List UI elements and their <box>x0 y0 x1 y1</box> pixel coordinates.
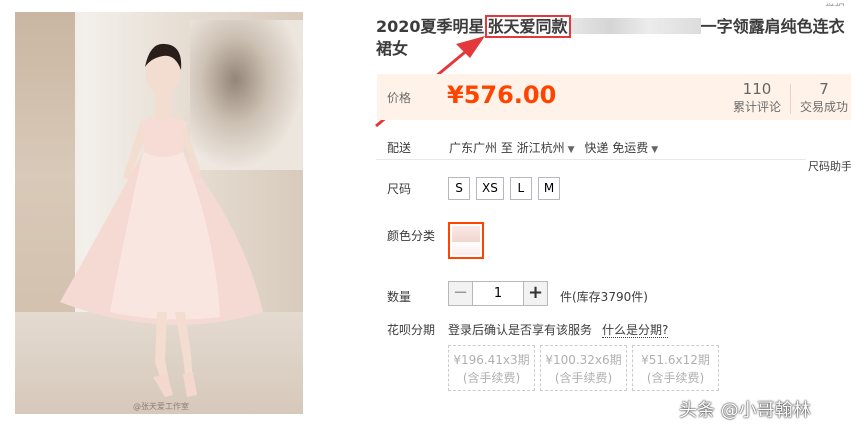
product-page: 举报 @张天爱工作室 2020夏季明星张天爱同款一字领露肩纯色 <box>0 0 851 432</box>
quantity-stepper: − 1 + <box>448 281 548 306</box>
color-swatch-selected[interactable] <box>448 222 484 259</box>
installment-plan-3[interactable]: ¥196.41x3期 (含手续费) <box>448 345 535 391</box>
size-option-xs[interactable]: XS <box>476 177 504 200</box>
size-options: S XS L M <box>448 177 561 200</box>
reviews-stat[interactable]: 110 累计评论 <box>729 80 785 116</box>
decrease-button[interactable]: − <box>448 281 473 306</box>
plan-amount: ¥100.32x6期 <box>545 353 622 367</box>
price-label: 价格 <box>387 91 412 105</box>
installment-info: 登录后确认是否享有该服务 什么是分期? <box>448 321 669 338</box>
what-is-installment-link[interactable]: 什么是分期? <box>602 323 669 338</box>
color-label: 颜色分类 <box>387 229 436 243</box>
shipping-destination[interactable]: 浙江杭州 ▼ <box>517 141 581 155</box>
report-link[interactable]: 举报 <box>825 0 845 6</box>
plan-fee: (含手续费) <box>646 371 705 385</box>
divider <box>376 159 806 160</box>
chevron-down-icon: ▼ <box>651 145 659 155</box>
blurred-text <box>570 18 701 34</box>
price-value: ¥576.00 <box>447 81 557 109</box>
chevron-down-icon: ▼ <box>567 145 575 155</box>
deals-stat: 7 交易成功 <box>797 80 851 116</box>
shipping-from: 广东广州 至 <box>449 141 513 155</box>
product-image[interactable]: @张天爱工作室 <box>15 12 303 414</box>
shipping-label: 配送 <box>387 141 412 155</box>
title-prefix: 2020夏季明星 <box>376 17 485 36</box>
plan-fee: (含手续费) <box>462 371 521 385</box>
increase-button[interactable]: + <box>523 281 548 306</box>
watermark: 头条 @小哥翰林 <box>679 400 811 421</box>
product-title: 2020夏季明星 张天爱同款 一字领露肩纯色连衣裙女 <box>376 15 846 60</box>
plan-amount: ¥196.41x3期 <box>453 353 530 367</box>
size-helper-link[interactable]: 尺码助手 <box>808 158 851 174</box>
installment-plan-6[interactable]: ¥100.32x6期 (含手续费) <box>540 345 627 391</box>
installment-plans: ¥196.41x3期 (含手续费) ¥100.32x6期 (含手续费) ¥51.… <box>448 345 719 391</box>
shipping-method[interactable]: 快递 免运费 ▼ <box>584 141 664 155</box>
price-panel: 价格 ¥576.00 110 累计评论 7 交易成功 <box>377 74 851 120</box>
dress-thumbnail <box>452 226 480 255</box>
quantity-input[interactable]: 1 <box>473 281 523 306</box>
size-option-l[interactable]: L <box>509 177 532 200</box>
size-option-m[interactable]: M <box>537 177 561 200</box>
login-prompt[interactable]: 登录后确认是否享有该服务 <box>448 323 592 337</box>
stock-text: 件(库存3790件) <box>560 290 648 304</box>
installment-label: 花呗分期 <box>387 323 436 337</box>
reviews-label: 累计评论 <box>732 100 781 114</box>
size-label: 尺码 <box>387 182 412 196</box>
stat-divider <box>790 84 791 114</box>
plan-fee: (含手续费) <box>554 371 613 385</box>
quantity-label: 数量 <box>387 290 412 304</box>
deals-count: 7 <box>819 80 829 98</box>
dress-figure <box>60 43 263 397</box>
reviews-count: 110 <box>742 80 772 98</box>
plan-amount: ¥51.6x12期 <box>641 353 710 367</box>
title-highlight: 张天爱同款 <box>484 15 571 38</box>
installment-plan-12[interactable]: ¥51.6x12期 (含手续费) <box>632 345 719 391</box>
image-caption: @张天爱工作室 <box>133 402 189 411</box>
size-option-s[interactable]: S <box>448 177 470 200</box>
deals-label: 交易成功 <box>799 100 848 114</box>
shipping-row: 广东广州 至 浙江杭州 ▼ 快递 免运费 ▼ <box>449 139 664 156</box>
